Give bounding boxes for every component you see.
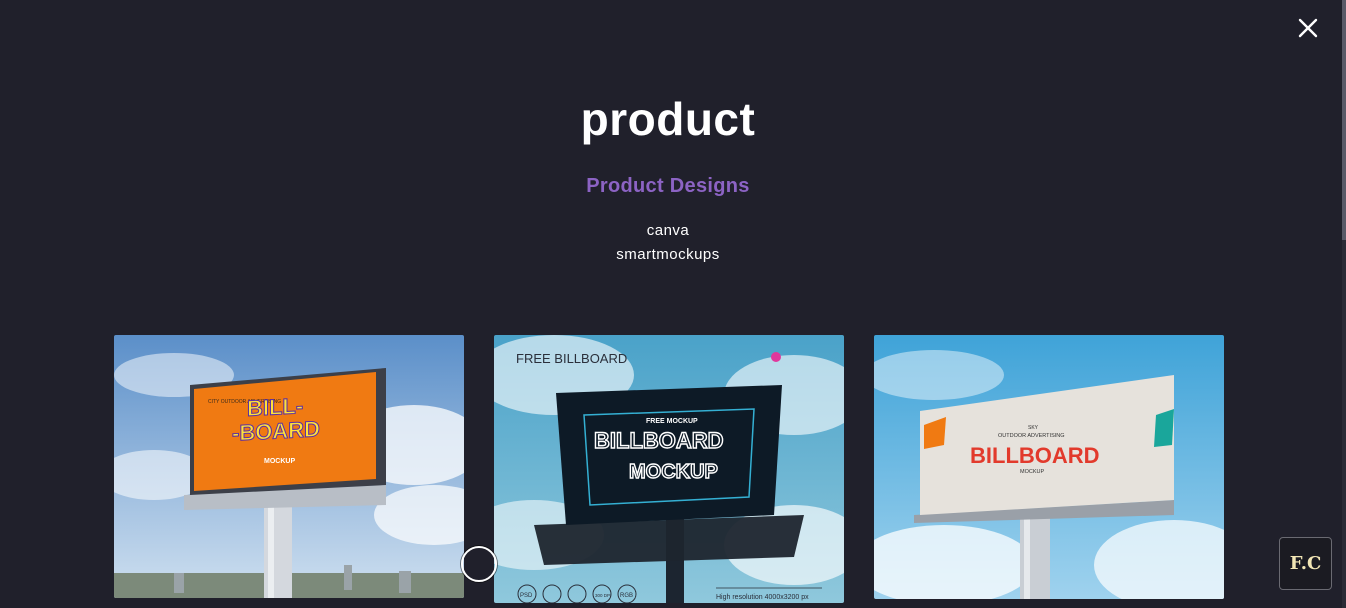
orange-billboard-image: CITY OUTDOOR ADVERTISING BILL- -BOARD MO… [114, 335, 464, 598]
format-badge: 300 DPI [595, 593, 611, 598]
format-badge: RGB [620, 593, 633, 599]
tool-item: smartmockups [616, 246, 720, 263]
gallery-item[interactable]: CITY OUTDOOR ADVERTISING BILL- -BOARD MO… [114, 335, 464, 598]
gallery-item[interactable]: SKY OUTDOOR ADVERTISING BILLBOARD MOCKUP [874, 335, 1224, 599]
gallery-item[interactable]: FREE BILLBOARD FREE MOCKUP BILLBOARD MOC… [494, 335, 844, 603]
tool-list: canva smartmockups [0, 219, 1336, 267]
brand-badge[interactable]: F.C [1279, 537, 1332, 590]
project-subtitle: Product Designs [586, 175, 750, 197]
billboard-text: SKY [1028, 425, 1039, 431]
scrollbar-thumb[interactable] [1342, 0, 1346, 240]
resolution-label: High resolution 4000x3200 px [716, 594, 809, 601]
billboard-text: MOCKUP [629, 461, 718, 483]
billboard-text: OUTDOOR ADVERTISING [998, 433, 1065, 439]
white-billboard-image: SKY OUTDOOR ADVERTISING BILLBOARD MOCKUP [874, 335, 1224, 599]
billboard-text: -BOARD [232, 416, 320, 446]
corner-title: FREE BILLBOARD [516, 351, 627, 366]
tool-item: canva [646, 222, 690, 239]
project-title: product [580, 93, 756, 145]
billboard-text: BILLBOARD [594, 428, 724, 453]
project-modal: product Product Designs canva smartmocku… [0, 0, 1346, 608]
close-button[interactable] [1294, 14, 1322, 42]
billboard-text: MOCKUP [264, 458, 295, 465]
billboard-text: MOCKUP [1020, 469, 1044, 475]
cursor-ring [461, 546, 497, 582]
close-icon [1298, 18, 1318, 38]
billboard-text: BILLBOARD [970, 443, 1100, 468]
dark-billboard-image: FREE BILLBOARD FREE MOCKUP BILLBOARD MOC… [494, 335, 844, 603]
format-badge: PSD [520, 593, 533, 599]
scrollbar[interactable] [1342, 0, 1346, 608]
billboard-text: FREE MOCKUP [646, 418, 698, 425]
